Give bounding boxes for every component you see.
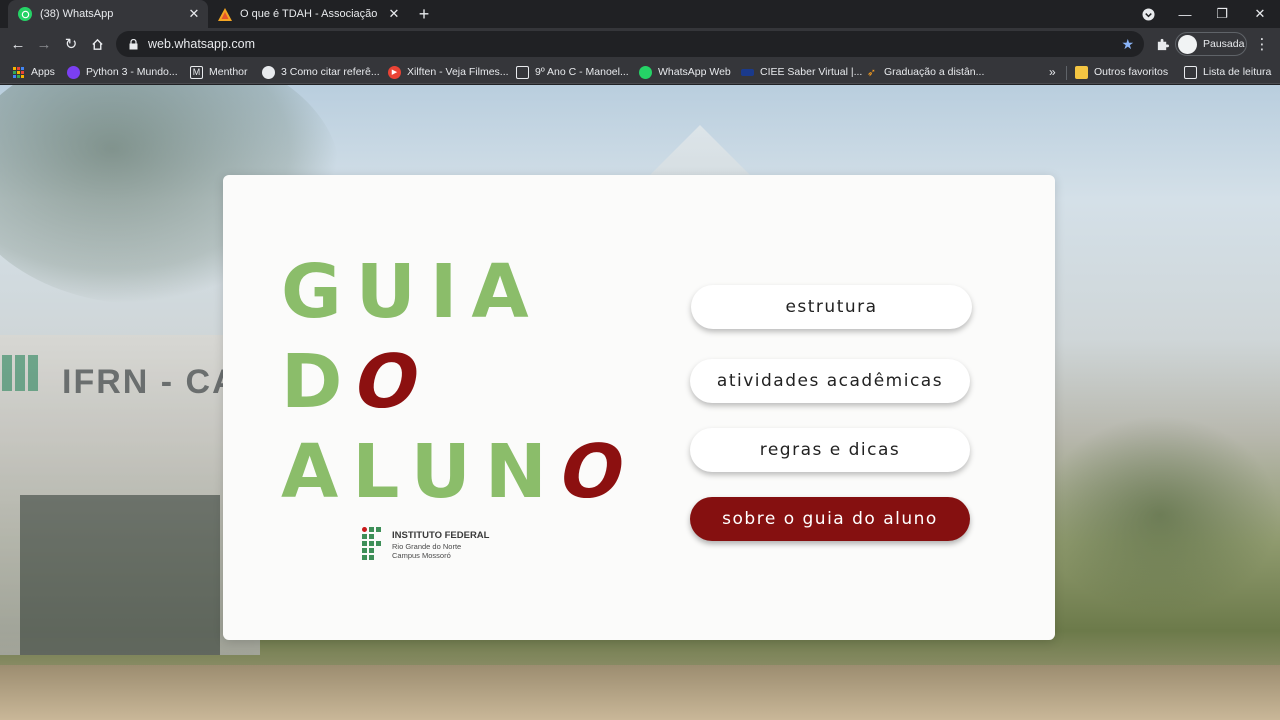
bookmark-ciee[interactable]: CIEE Saber Virtual |...: [741, 63, 862, 81]
guia-do-aluno-logo: GUIA DO ALUNO: [281, 247, 647, 517]
institution-campus: Campus Mossoró: [392, 551, 451, 560]
back-icon[interactable]: ←: [6, 32, 30, 56]
browser-toolbar: ← → ↻ web.whatsapp.com ★ Pausada ⋮: [0, 28, 1280, 60]
bookmark-classroom[interactable]: 9º Ano C - Manoel...: [516, 63, 629, 81]
logo-letters-alun: ALUN: [281, 429, 561, 515]
institution-logo: INSTITUTO FEDERAL Rio Grande do Norte Ca…: [362, 527, 489, 563]
home-icon[interactable]: [85, 32, 109, 56]
more-menu-icon[interactable]: ⋮: [1251, 32, 1273, 56]
bookmark-star-icon[interactable]: ★: [1121, 36, 1134, 53]
globe-icon: [262, 65, 275, 79]
main-card: GUIA DO ALUNO INSTITUTO FEDERAL Rio Gran…: [223, 175, 1055, 640]
logo-letter-d: D: [281, 339, 357, 425]
bookmark-label: 3 Como citar referê...: [281, 66, 380, 78]
profile-status: Pausada: [1203, 38, 1245, 50]
institution-state: Rio Grande do Norte: [392, 542, 462, 551]
close-icon[interactable]: ✕: [186, 6, 202, 22]
whatsapp-icon: [639, 65, 652, 79]
background-trees: [1040, 415, 1280, 615]
apps-grid-icon: [12, 66, 25, 79]
tab-title: (38) WhatsApp: [40, 8, 114, 20]
bookmark-xilften[interactable]: ▶ Xilften - Veja Filmes...: [388, 63, 509, 81]
bookmark-other-favorites[interactable]: Outros favoritos: [1075, 63, 1168, 81]
background-entrance: [20, 495, 220, 655]
bookmark-label: CIEE Saber Virtual |...: [760, 66, 863, 78]
whatsapp-icon: [18, 7, 32, 21]
lock-icon: [128, 38, 138, 50]
tab-tdah[interactable]: O que é TDAH - Associação Brasi ✕: [208, 0, 408, 28]
tab-strip: (38) WhatsApp ✕ O que é TDAH - Associaçã…: [0, 0, 1280, 28]
menthor-icon: M: [190, 65, 203, 79]
close-window-icon[interactable]: ✕: [1242, 0, 1278, 28]
bookmark-label: Python 3 - Mundo...: [86, 66, 178, 78]
bookmarks-divider: [1066, 66, 1067, 80]
warning-triangle-icon: [218, 7, 232, 21]
reading-list-icon: [1184, 65, 1197, 79]
bookmark-label: Graduação a distân...: [884, 66, 985, 78]
background-sign: IFRN - CA: [62, 363, 239, 401]
restore-icon[interactable]: ❐: [1204, 0, 1240, 28]
tab-search-icon[interactable]: [1130, 0, 1166, 28]
classroom-icon: [516, 65, 529, 79]
estrutura-button[interactable]: estrutura: [691, 285, 972, 329]
ifrn-wall-logo: [2, 355, 38, 391]
institution-name: INSTITUTO FEDERAL: [392, 530, 490, 541]
sobre-o-guia-button[interactable]: sobre o guia do aluno: [690, 497, 970, 541]
play-icon: ▶: [388, 65, 401, 79]
ciee-icon: [741, 68, 754, 76]
forward-icon[interactable]: →: [32, 32, 56, 56]
bookmarks-bar: Apps Python 3 - Mundo... M Menthor 3 Com…: [0, 60, 1280, 84]
bookmark-label: Xilften - Veja Filmes...: [407, 66, 509, 78]
folder-icon: [1075, 65, 1088, 79]
avatar: [1178, 34, 1197, 54]
bookmark-menthor[interactable]: M Menthor: [190, 63, 248, 81]
reload-icon[interactable]: ↻: [59, 32, 83, 56]
tab-title: O que é TDAH - Associação Brasi: [240, 8, 380, 20]
page-viewport: IFRN - CA GUIA DO ALUNO INSTITUTO FEDERA…: [0, 85, 1280, 720]
logo-letter-o: O: [347, 339, 443, 425]
bookmark-label: Menthor: [209, 66, 248, 78]
graduation-icon: ➶: [866, 66, 877, 79]
bookmark-graduacao[interactable]: ➶ Graduação a distân...: [865, 63, 985, 81]
new-tab-button[interactable]: +: [414, 4, 434, 24]
bookmark-label: Lista de leitura: [1203, 66, 1272, 78]
institution-text: INSTITUTO FEDERAL Rio Grande do Norte Ca…: [392, 530, 489, 560]
bookmark-whatsapp[interactable]: WhatsApp Web: [639, 63, 731, 81]
bookmark-python[interactable]: Python 3 - Mundo...: [67, 63, 178, 81]
profile-button[interactable]: Pausada: [1175, 32, 1247, 56]
bookmark-reading-list[interactable]: Lista de leitura: [1184, 63, 1271, 81]
tab-whatsapp[interactable]: (38) WhatsApp ✕: [8, 0, 208, 28]
bookmark-citar[interactable]: 3 Como citar referê...: [262, 63, 380, 81]
bookmark-label: Outros favoritos: [1094, 66, 1169, 78]
logo-line-guia: GUIA: [281, 249, 543, 335]
minimize-icon[interactable]: —: [1167, 0, 1203, 28]
background-building: IFRN - CA: [0, 335, 260, 655]
regras-e-dicas-button[interactable]: regras e dicas: [690, 428, 970, 472]
atividades-academicas-button[interactable]: atividades acadêmicas: [690, 359, 970, 403]
extensions-puzzle-icon[interactable]: [1150, 32, 1174, 56]
close-icon[interactable]: ✕: [386, 6, 402, 22]
bookmark-label: WhatsApp Web: [658, 66, 731, 78]
background-ground: [0, 665, 1280, 720]
ifrn-logo-icon: [362, 527, 382, 563]
python-icon: [67, 65, 80, 79]
address-bar[interactable]: web.whatsapp.com ★: [116, 31, 1144, 57]
url-text: web.whatsapp.com: [148, 37, 256, 51]
bookmark-apps[interactable]: Apps: [12, 63, 55, 81]
logo-line-do: DO: [281, 337, 638, 427]
logo-line-aluno: ALUNO: [281, 427, 647, 517]
logo-letter-o: O: [551, 429, 647, 515]
bookmark-label: Apps: [31, 66, 55, 78]
bookmark-label: 9º Ano C - Manoel...: [535, 66, 629, 78]
bookmarks-overflow-button[interactable]: »: [1049, 63, 1056, 81]
